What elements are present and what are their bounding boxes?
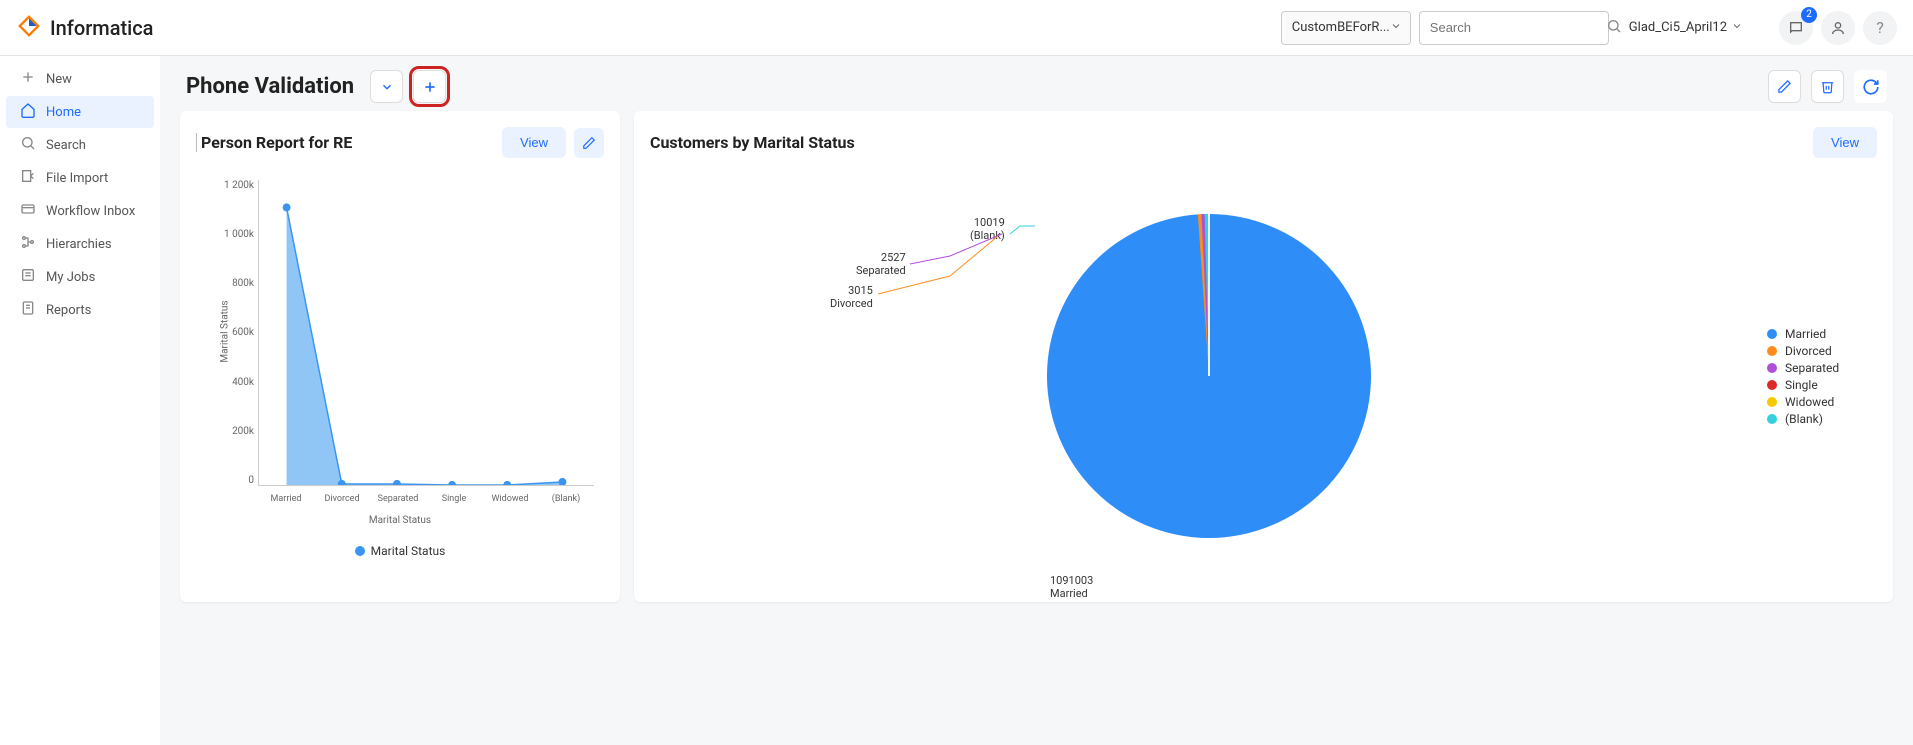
legend-item: Married — [1767, 327, 1877, 341]
sidebar-item-my-jobs[interactable]: My Jobs — [6, 261, 154, 293]
sidebar-item-label: Search — [46, 138, 86, 153]
pie-legend: Married Divorced Separated Single Widowe… — [1767, 324, 1877, 429]
sidebar-item-workflow-inbox[interactable]: Workflow Inbox — [6, 195, 154, 227]
card-title: Person Report for RE — [196, 133, 502, 152]
legend-item: Divorced — [1767, 344, 1877, 358]
brand-area: Informatica — [16, 13, 153, 43]
chevron-down-icon — [1390, 20, 1402, 36]
jobs-icon — [20, 267, 36, 287]
x-axis-label: Marital Status — [196, 515, 604, 526]
edit-button[interactable] — [1768, 70, 1801, 103]
sidebar-item-label: My Jobs — [46, 270, 95, 285]
area-chart: Marital Status 1 200k 1 000k 800k 600k 4… — [196, 166, 604, 566]
user-menu[interactable]: Glad_Ci5_April12 — [1629, 20, 1743, 36]
legend-dot-icon — [1767, 380, 1777, 390]
page-dropdown-button[interactable] — [370, 70, 403, 103]
plus-icon — [20, 69, 36, 89]
notification-badge: 2 — [1801, 7, 1817, 23]
profile-button[interactable] — [1821, 11, 1855, 45]
search-box[interactable] — [1419, 11, 1609, 45]
legend-dot-icon — [1767, 414, 1777, 424]
legend-item: Separated — [1767, 361, 1877, 375]
sidebar-item-reports[interactable]: Reports — [6, 294, 154, 326]
main-area: Phone Validation Person Report for — [160, 56, 1913, 745]
sidebar: New Home Search File Import Workflow Inb… — [0, 56, 160, 745]
sidebar-item-hierarchies[interactable]: Hierarchies — [6, 228, 154, 260]
top-header: Informatica CustomBEForR... Glad_Ci5_Apr… — [0, 0, 1913, 56]
plot-area — [258, 180, 594, 486]
legend-item: (Blank) — [1767, 412, 1877, 426]
card-title: Customers by Marital Status — [650, 133, 1813, 152]
notifications-button[interactable]: 2 — [1779, 11, 1813, 45]
search-input[interactable] — [1430, 20, 1606, 35]
sidebar-item-search[interactable]: Search — [6, 129, 154, 161]
import-icon — [20, 168, 36, 188]
legend-item: Widowed — [1767, 395, 1877, 409]
sidebar-item-file-import[interactable]: File Import — [6, 162, 154, 194]
titlebar: Phone Validation — [160, 56, 1913, 111]
context-dropdown-label: CustomBEForR... — [1292, 20, 1390, 35]
legend-item: Single — [1767, 378, 1877, 392]
sidebar-item-label: Workflow Inbox — [46, 204, 135, 219]
card-person-report: Person Report for RE View Marital Status… — [180, 111, 620, 602]
search-icon — [1606, 18, 1622, 38]
chart-legend: Marital Status — [196, 544, 604, 558]
sidebar-item-home[interactable]: Home — [6, 96, 154, 128]
legend-dot-icon — [1767, 363, 1777, 373]
pie-label-married: 1091003 Married — [1050, 574, 1093, 600]
context-dropdown[interactable]: CustomBEForR... — [1281, 11, 1411, 45]
y-ticks: 1 200k 1 000k 800k 600k 400k 200k 0 — [218, 180, 254, 486]
legend-dot-icon — [1767, 346, 1777, 356]
sidebar-item-label: File Import — [46, 171, 108, 186]
sidebar-item-label: Home — [46, 105, 81, 120]
logo-icon — [16, 13, 42, 43]
hierarchy-icon — [20, 234, 36, 254]
add-chart-button[interactable] — [413, 70, 446, 103]
card-customers-marital: Customers by Marital Status View 1091003… — [634, 111, 1893, 602]
reports-icon — [20, 300, 36, 320]
chevron-down-icon — [1731, 20, 1743, 36]
delete-button[interactable] — [1811, 70, 1844, 103]
legend-dot-icon — [1767, 329, 1777, 339]
legend-dot-icon — [1767, 397, 1777, 407]
pie-chart: 1091003 Married 10019 (Blank) 2527 Separ… — [650, 196, 1767, 556]
brand-text: Informatica — [50, 16, 153, 40]
refresh-button[interactable] — [1854, 70, 1887, 103]
page-title: Phone Validation — [186, 74, 354, 99]
home-icon — [20, 102, 36, 122]
inbox-icon — [20, 201, 36, 221]
sidebar-item-new[interactable]: New — [6, 63, 154, 95]
search-icon — [20, 135, 36, 155]
sidebar-item-label: Reports — [46, 303, 91, 318]
sidebar-item-label: New — [46, 72, 72, 87]
legend-dot-icon — [355, 546, 365, 556]
view-button[interactable]: View — [502, 127, 566, 158]
card-edit-button[interactable] — [574, 128, 604, 158]
sidebar-item-label: Hierarchies — [46, 237, 112, 252]
user-name: Glad_Ci5_April12 — [1629, 20, 1727, 35]
view-button[interactable]: View — [1813, 127, 1877, 158]
help-button[interactable]: ? — [1863, 11, 1897, 45]
x-ticks: Married Divorced Separated Single Widowe… — [258, 494, 594, 504]
